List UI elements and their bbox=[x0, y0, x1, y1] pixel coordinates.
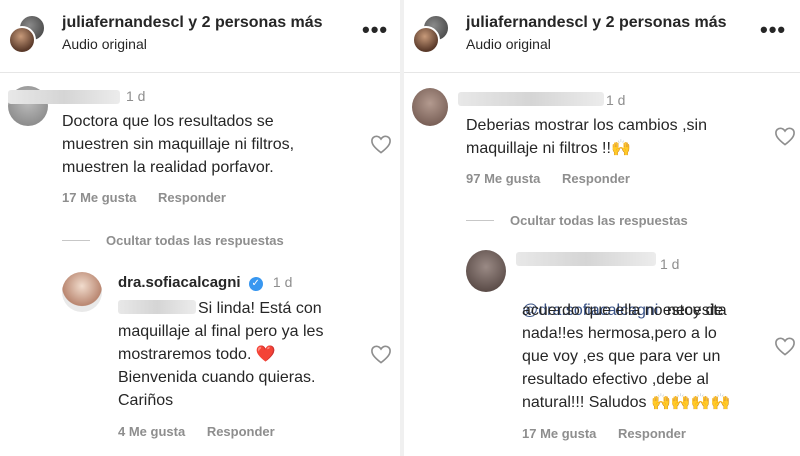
hide-replies-button[interactable]: Ocultar todas las respuestas bbox=[510, 213, 688, 228]
header-username[interactable]: juliafernandescl bbox=[62, 14, 184, 31]
like-count[interactable]: 17 Me gusta bbox=[522, 426, 596, 441]
avatar[interactable] bbox=[412, 88, 448, 126]
header-username[interactable]: juliafernandescl bbox=[466, 14, 588, 31]
more-icon[interactable]: ••• bbox=[760, 19, 786, 41]
reel-header: juliafernandescl y 2 personas más Audio … bbox=[404, 0, 800, 70]
comment-actions: 97 Me gusta Responder bbox=[466, 171, 648, 186]
like-count[interactable]: 97 Me gusta bbox=[466, 171, 540, 186]
reply-time: 1 d bbox=[272, 274, 293, 290]
reply-header: dra.sofiacalcagni ✓ 1 d bbox=[118, 274, 292, 291]
reply-button[interactable]: Responder bbox=[618, 426, 686, 441]
verified-icon: ✓ bbox=[248, 277, 263, 291]
audio-label[interactable]: Audio original bbox=[62, 36, 323, 52]
reply-time: 1 d bbox=[660, 256, 680, 272]
collab-avatars[interactable] bbox=[8, 14, 48, 54]
right-panel: juliafernandescl y 2 personas más Audio … bbox=[404, 0, 800, 456]
hide-replies-line bbox=[466, 220, 494, 221]
reply-username[interactable]: dra.sofiacalcagni bbox=[118, 274, 241, 291]
header-text: juliafernandescl y 2 personas más Audio … bbox=[62, 14, 323, 52]
heart-icon[interactable] bbox=[370, 344, 392, 364]
hide-replies-line bbox=[62, 240, 90, 241]
reply-actions: 17 Me gusta Responder bbox=[522, 426, 704, 441]
reply-button[interactable]: Responder bbox=[562, 171, 630, 186]
left-panel: juliafernandescl y 2 personas más Audio … bbox=[0, 0, 400, 456]
collab-avatars[interactable] bbox=[412, 14, 452, 54]
audio-label[interactable]: Audio original bbox=[466, 36, 727, 52]
more-icon[interactable]: ••• bbox=[362, 19, 388, 41]
like-count[interactable]: 4 Me gusta bbox=[118, 424, 185, 439]
reply-actions: 4 Me gusta Responder bbox=[118, 424, 293, 439]
comment-time: 1 d bbox=[606, 92, 626, 108]
header-others[interactable]: y 2 personas más bbox=[188, 14, 322, 31]
reel-header: juliafernandescl y 2 personas más Audio … bbox=[0, 0, 400, 70]
header-others[interactable]: y 2 personas más bbox=[592, 14, 726, 31]
avatar[interactable] bbox=[62, 272, 102, 312]
hide-replies-button[interactable]: Ocultar todas las respuestas bbox=[106, 233, 284, 248]
heart-icon[interactable] bbox=[774, 126, 796, 146]
commenter-name-blurred[interactable] bbox=[8, 90, 120, 104]
commenter-name-blurred[interactable] bbox=[458, 92, 604, 106]
comment-text: Deberias mostrar los cambios ,sin maquil… bbox=[466, 117, 707, 157]
commenter-name-blurred[interactable] bbox=[516, 252, 656, 266]
header-divider bbox=[0, 72, 400, 73]
comment-time: 1 d bbox=[126, 88, 146, 104]
header-text: juliafernandescl y 2 personas más Audio … bbox=[466, 14, 727, 52]
comment-text: Doctora que los resultados se muestren s… bbox=[62, 113, 295, 176]
avatar bbox=[412, 26, 440, 54]
reply-button[interactable]: Responder bbox=[158, 190, 226, 205]
heart-icon[interactable] bbox=[370, 134, 392, 154]
avatar[interactable] bbox=[466, 250, 506, 292]
avatar bbox=[8, 26, 36, 54]
like-count[interactable]: 17 Me gusta bbox=[62, 190, 136, 205]
reply-text: acuerdo que ella no necesita nada!!es he… bbox=[522, 302, 731, 411]
header-divider bbox=[404, 72, 800, 73]
reply-text: Si linda! Está con maquillaje al final p… bbox=[118, 300, 324, 409]
reply-button[interactable]: Responder bbox=[207, 424, 275, 439]
comment-actions: 17 Me gusta Responder bbox=[62, 190, 244, 205]
heart-icon[interactable] bbox=[774, 336, 796, 356]
